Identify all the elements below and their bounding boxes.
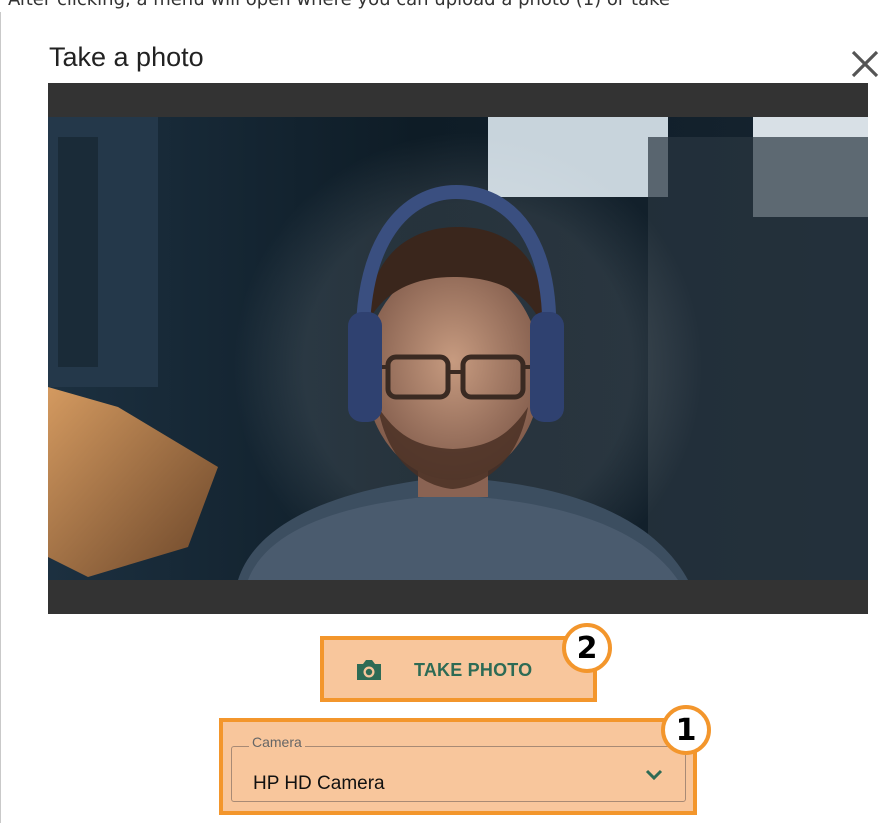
dialog-title: Take a photo — [49, 42, 204, 72]
close-icon — [851, 50, 879, 78]
chevron-down-icon[interactable] — [645, 769, 663, 781]
instruction-caption: After clicking, a menu will open where y… — [8, 0, 892, 11]
camera-feed — [48, 117, 868, 580]
step-badge-2: 2 — [562, 623, 612, 673]
camera-preview — [48, 83, 868, 614]
camera-select-legend: Camera — [249, 734, 305, 750]
step-badge-1: 1 — [661, 705, 711, 755]
camera-select[interactable]: Camera HP HD Camera — [219, 718, 697, 815]
camera-feed-image — [48, 117, 868, 580]
take-photo-button[interactable]: TAKE PHOTO — [320, 636, 597, 702]
camera-select-value: HP HD Camera — [253, 773, 385, 794]
take-photo-label: TAKE PHOTO — [414, 660, 533, 680]
close-button[interactable] — [847, 46, 883, 82]
camera-icon — [357, 660, 381, 680]
